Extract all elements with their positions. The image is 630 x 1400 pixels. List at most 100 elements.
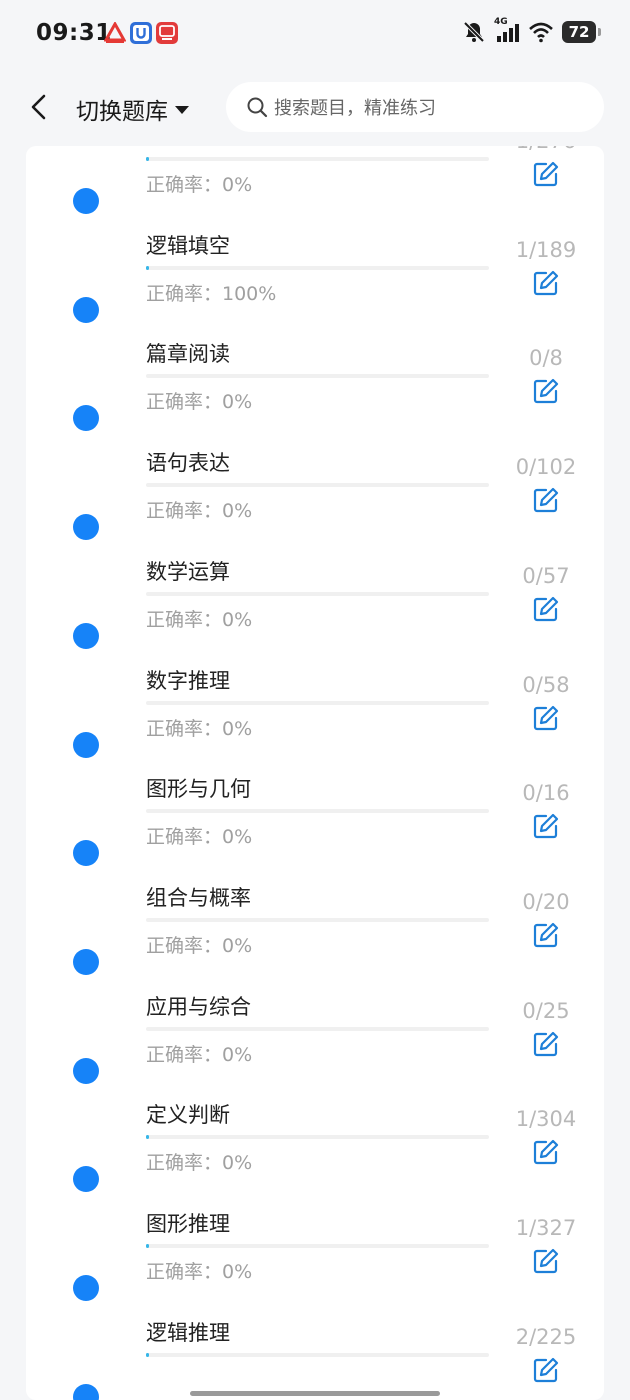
progress-bar (146, 157, 489, 161)
category-dot (73, 622, 99, 649)
progress-bar (146, 265, 489, 270)
progress-bar (146, 700, 489, 705)
category-title: 定义判断 (146, 1103, 230, 1128)
search-icon (247, 97, 268, 118)
category-row[interactable]: 图形与几何 正确率：0% 0/16 (26, 756, 604, 867)
category-title: 组合与概率 (146, 885, 251, 910)
edit-practice-icon[interactable] (532, 1138, 560, 1166)
edit-practice-icon[interactable] (532, 921, 560, 949)
accuracy-text: 正确率：0% (146, 1043, 253, 1066)
category-dot (73, 514, 99, 541)
edit-practice-icon[interactable] (532, 1247, 560, 1275)
progress-bar (146, 1026, 489, 1031)
cellular-signal: 4G (494, 17, 520, 43)
switch-bank-label: 切换题库 (76, 99, 168, 125)
question-count: 0/20 (522, 889, 570, 914)
category-row[interactable]: 阅读理解正确率：0% 1/276 (26, 146, 604, 214)
progress-bar (146, 1135, 489, 1140)
category-row[interactable]: 图形推理正确率：0% 1/327 (26, 1191, 604, 1301)
edit-practice-icon[interactable] (532, 269, 560, 297)
progress-bar (146, 809, 489, 814)
app-icon-blue-u (130, 22, 152, 44)
edit-practice-icon[interactable] (532, 1356, 560, 1384)
question-count: 1/327 (515, 1216, 577, 1240)
category-title: 数学运算 (146, 559, 230, 584)
edit-practice-icon[interactable] (532, 704, 560, 732)
category-title: 篇章阅读 (146, 342, 230, 367)
category-row[interactable]: 数字推理正确率：0% 0/58 (26, 648, 604, 758)
accuracy-text: 正确率：0% (146, 1261, 253, 1283)
category-dot (73, 188, 99, 214)
progress-bar (146, 483, 489, 488)
accuracy-text: 正确率：0% (146, 391, 253, 414)
category-title: 语句表达 (146, 451, 230, 476)
switch-bank-button[interactable]: 切换题库 (76, 92, 190, 126)
accuracy-text: 正确率：0% (146, 174, 253, 196)
question-count: 0/102 (515, 455, 577, 480)
category-title: 逻辑推理 (146, 1320, 230, 1345)
accuracy-text: 正确率：0% (146, 826, 253, 849)
category-list: 阅读理解正确率：0%1/276逻辑填空正确率：100%1/189篇章阅读正确率：… (26, 146, 604, 1400)
progress-fill (146, 1352, 150, 1357)
notification-app-icons (104, 22, 178, 44)
question-count: 0/58 (522, 672, 570, 697)
category-dot (73, 1275, 99, 1301)
accuracy-text: 正确率：0% (146, 934, 253, 957)
category-dot (73, 1383, 99, 1400)
wifi-icon (529, 22, 553, 43)
category-dot (73, 296, 99, 323)
category-row[interactable]: 组合与概率正确率：0% 0/20 (26, 865, 604, 975)
category-row[interactable]: 定义判断正确率：0% 1/304 (26, 1082, 604, 1193)
progress-bar (146, 917, 489, 922)
progress-fill (146, 265, 149, 270)
status-time: 09:31 (36, 20, 112, 46)
question-count: 1/304 (515, 1107, 577, 1132)
category-row[interactable]: 逻辑填空正确率：100% 1/189 (26, 213, 604, 323)
category-title: 数字推理 (146, 668, 230, 693)
category-dot (73, 731, 99, 758)
question-count: 2/225 (515, 1324, 577, 1349)
back-button[interactable] (24, 90, 56, 124)
category-row[interactable]: 应用与综合 正确率：0% 0/25 (26, 974, 604, 1084)
category-row[interactable]: 语句表达正确率：0% 0/102 (26, 430, 604, 541)
category-dot (73, 948, 99, 975)
accuracy-text: 正确率：100% (146, 282, 277, 305)
category-dot (73, 405, 99, 432)
category-row[interactable]: 数学运算 正确率：0% 0/57 (26, 539, 604, 649)
progress-bar (146, 1352, 489, 1357)
category-dot (73, 840, 99, 867)
edit-practice-icon[interactable] (532, 595, 560, 623)
progress-bar (146, 591, 489, 596)
category-row[interactable]: 篇章阅读 正确率：0% 0/8 (26, 321, 604, 432)
progress-bar (146, 1244, 489, 1248)
edit-practice-icon[interactable] (532, 160, 560, 188)
caret-down-icon (175, 106, 189, 114)
question-count: 0/57 (522, 563, 570, 588)
status-right: 4G 72 (462, 17, 601, 44)
category-title: 图形推理 (146, 1212, 230, 1236)
edit-practice-icon[interactable] (532, 486, 560, 514)
category-dot (73, 1057, 99, 1084)
bell-muted-icon (463, 21, 485, 43)
category-title: 应用与综合 (146, 994, 251, 1019)
accuracy-text: 正确率：0% (146, 500, 253, 523)
question-count: 0/16 (522, 781, 570, 806)
status-bar: 09:31 4G 72 (0, 0, 630, 68)
question-count: 1/276 (496, 146, 596, 153)
category-row[interactable]: 逻辑推理 2/225 (26, 1300, 604, 1400)
battery-indicator: 72 (562, 21, 601, 43)
home-indicator[interactable] (190, 1391, 440, 1396)
app-icon-red-badge (156, 22, 178, 44)
category-dot (73, 1166, 99, 1193)
category-title: 阅读理解 (146, 146, 230, 151)
question-count: 1/189 (515, 237, 577, 262)
progress-bar (146, 374, 489, 379)
category-title: 逻辑填空 (146, 233, 230, 258)
search-input[interactable]: 搜索题目，精准练习 (226, 82, 604, 132)
accuracy-text: 正确率：0% (146, 1152, 253, 1175)
progress-fill (146, 1135, 149, 1140)
edit-practice-icon[interactable] (532, 812, 560, 840)
edit-practice-icon[interactable] (532, 1030, 560, 1058)
edit-practice-icon[interactable] (532, 377, 560, 405)
accuracy-text: 正确率：0% (146, 717, 253, 740)
